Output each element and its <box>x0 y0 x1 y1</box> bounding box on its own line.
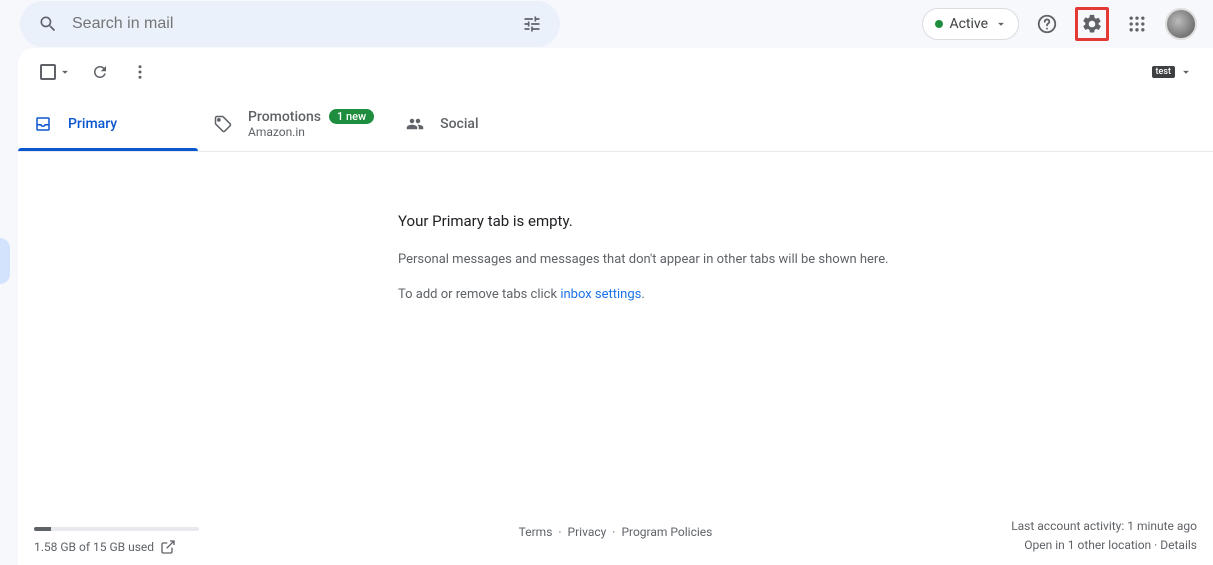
separator: · <box>558 525 561 539</box>
search-box <box>20 1 560 47</box>
storage-meter: 1.58 GB of 15 GB used <box>34 527 199 555</box>
open-in-new-icon[interactable] <box>160 539 176 555</box>
chevron-down-icon <box>1179 65 1193 79</box>
storage-bar <box>34 527 199 531</box>
policies-link[interactable]: Program Policies <box>621 525 712 539</box>
search-input[interactable] <box>68 15 512 33</box>
footer-activity: Last account activity: 1 minute ago Open… <box>1011 517 1197 555</box>
separator: · <box>612 525 615 539</box>
search-icon[interactable] <box>28 4 68 44</box>
chevron-down-icon <box>58 65 72 79</box>
terms-link[interactable]: Terms <box>519 525 553 539</box>
empty-title: Your Primary tab is empty. <box>398 212 1213 230</box>
settings-button-highlighted[interactable] <box>1075 7 1109 41</box>
apps-grid-icon[interactable] <box>1117 4 1157 44</box>
people-icon <box>406 115 424 133</box>
mail-toolbar: test <box>18 48 1213 96</box>
main-content: test Primary Promotions 1 new Amazon.in <box>18 48 1213 565</box>
tab-promotions[interactable]: Promotions 1 new Amazon.in <box>198 96 390 151</box>
new-badge: 1 new <box>329 109 374 124</box>
open-location-text: Open in 1 other location · <box>1024 538 1160 552</box>
footer: 1.58 GB of 15 GB used Terms · Privacy · … <box>34 517 1197 555</box>
storage-text: 1.58 GB of 15 GB used <box>34 540 154 554</box>
inbox-icon <box>34 115 52 133</box>
sidebar-collapsed-edge[interactable] <box>0 238 10 284</box>
status-label: Active <box>949 16 988 32</box>
category-tabs: Primary Promotions 1 new Amazon.in Socia… <box>18 96 1213 152</box>
empty-state: Your Primary tab is empty. Personal mess… <box>18 152 1213 302</box>
tab-sublabel: Amazon.in <box>248 125 374 139</box>
tab-primary[interactable]: Primary <box>18 96 198 151</box>
empty-action-text: To add or remove tabs click inbox settin… <box>398 287 1213 302</box>
select-all-checkbox[interactable] <box>34 58 78 86</box>
tag-icon <box>214 115 232 133</box>
privacy-link[interactable]: Privacy <box>568 525 607 539</box>
input-tools-badge: test <box>1152 66 1175 78</box>
search-options-icon[interactable] <box>512 4 552 44</box>
tab-social[interactable]: Social <box>390 96 570 151</box>
tab-label: Social <box>440 116 478 132</box>
tab-label: Promotions <box>248 109 321 125</box>
account-avatar[interactable] <box>1165 8 1197 40</box>
chevron-down-icon <box>994 17 1008 31</box>
footer-links: Terms · Privacy · Program Policies <box>519 525 713 539</box>
status-dot-icon <box>935 20 943 28</box>
header-bar: Active <box>0 0 1213 48</box>
storage-fill <box>34 527 51 531</box>
tab-label: Primary <box>68 116 117 132</box>
status-active-chip[interactable]: Active <box>922 8 1019 40</box>
last-activity-text: Last account activity: 1 minute ago <box>1011 517 1197 536</box>
checkbox-icon <box>40 64 56 80</box>
empty-action-prefix: To add or remove tabs click <box>398 287 560 302</box>
refresh-button[interactable] <box>82 54 118 90</box>
empty-action-suffix: . <box>641 287 644 302</box>
more-options-button[interactable] <box>122 54 158 90</box>
input-tools-toggle[interactable]: test <box>1148 61 1197 83</box>
gear-icon <box>1081 13 1103 35</box>
support-icon[interactable] <box>1027 4 1067 44</box>
empty-subtitle: Personal messages and messages that don'… <box>398 252 1213 267</box>
details-link[interactable]: Details <box>1160 538 1197 552</box>
inbox-settings-link[interactable]: inbox settings <box>560 287 641 302</box>
